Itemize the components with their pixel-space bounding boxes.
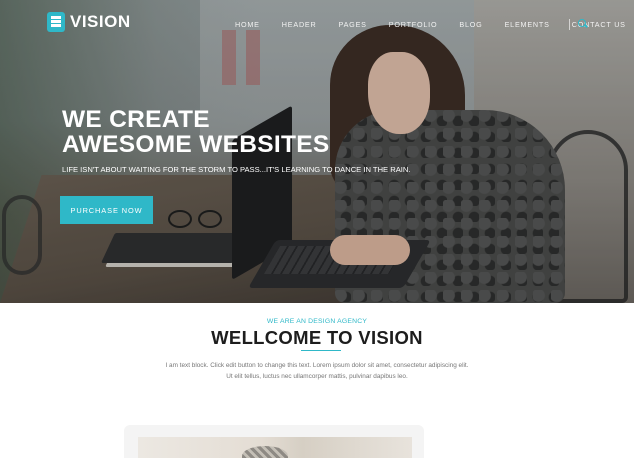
logo-icon: [47, 12, 65, 32]
section-text: I am text block. Click edit button to ch…: [0, 361, 634, 382]
hero-subtitle: LIFE ISN'T ABOUT WAITING FOR THE STORM T…: [62, 165, 411, 174]
nav-item-portfolio[interactable]: PORTFOLIO: [389, 20, 438, 29]
nav-item-home[interactable]: HOME: [235, 20, 260, 29]
section-text-line: Ut elit tellus, luctus nec ullamcorper m…: [226, 372, 408, 380]
search-icon[interactable]: [578, 19, 588, 29]
purchase-now-button[interactable]: PURCHASE NOW: [60, 196, 153, 224]
section-text-line: I am text block. Click edit button to ch…: [165, 362, 469, 369]
section-kicker: WE ARE AN DESIGN AGENCY: [266, 318, 368, 325]
section-title: WELLCOME TO VISION: [211, 327, 423, 348]
hero-title: WE CREATE AWESOME WEBSITES: [62, 106, 330, 158]
site-logo[interactable]: VISION: [47, 12, 131, 32]
logo-text: VISION: [70, 12, 131, 31]
nav-item-header[interactable]: HEADER: [282, 20, 317, 29]
nav-item-pages[interactable]: PAGES: [339, 20, 367, 29]
nav-item-blog[interactable]: BLOG: [459, 20, 482, 29]
title-divider: [301, 350, 341, 351]
nav-divider: [569, 19, 570, 30]
nav-item-elements[interactable]: ELEMENTS: [505, 20, 550, 29]
site-header: VISION HOME HEADER PAGES PORTFOLIO BLOG …: [0, 0, 634, 48]
main-nav: HOME HEADER PAGES PORTFOLIO BLOG ELEMENT…: [235, 20, 634, 29]
